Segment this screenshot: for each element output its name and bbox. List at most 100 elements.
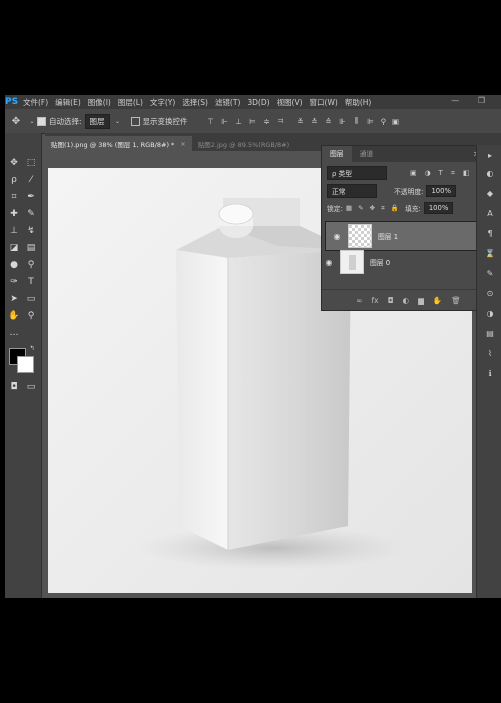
delete-layer-icon[interactable]: 🗑 [451,296,461,305]
search-icon[interactable]: ⚲ [378,117,390,126]
blur-tool-icon[interactable]: ● [7,259,21,271]
distribute-bottom-icon[interactable]: ≙ [322,117,336,126]
quick-select-tool-icon[interactable]: ⁄ [24,174,38,186]
paragraph-panel-icon[interactable]: ¶ [483,229,497,238]
color-panel-icon[interactable]: ◐ [483,169,497,178]
clone-stamp-tool-icon[interactable]: ⊥ [7,225,21,237]
type-tool-icon[interactable]: T [24,276,38,288]
menu-image[interactable]: 图像(I) [88,97,111,108]
layers-footer: ∞ fx ◘ ◐ ▆ ✋ 🗑 [322,289,495,310]
layers-panel-icon[interactable]: ▤ [483,329,497,338]
adjustments-panel-icon[interactable]: ◑ [483,309,497,318]
menu-file[interactable]: 文件(F) [23,97,48,108]
lasso-tool-icon[interactable]: ρ [7,174,21,186]
tools-panel: ✥ ⬚ ρ ⁄ ⌗ ✒ ✚ ✎ ⊥ ↯ ◪ ▤ ● ⚲ ✑ T ➤ ▭ ✋ ⚲ … [5,133,42,598]
window-controls[interactable]: — ❐ [451,96,493,105]
navigator-panel-icon[interactable]: ⊙ [483,289,497,298]
eye-icon[interactable]: ◉ [322,258,336,267]
fill-input[interactable]: 100% [423,202,454,214]
distribute-right-icon[interactable]: ⊫ [364,117,378,126]
crop-tool-icon[interactable]: ⌗ [7,191,21,203]
lock-label: 锁定: [327,205,343,213]
close-icon[interactable]: × [180,140,185,148]
tab-layers[interactable]: 图层 [322,146,352,162]
menu-filter[interactable]: 滤镜(T) [215,97,240,108]
properties-panel-icon[interactable]: ◆ [483,189,497,198]
swap-colors-icon[interactable]: ↰ [25,343,39,355]
brush-tool-icon[interactable]: ✎ [24,208,38,220]
lock-icons[interactable]: ▦ ✎ ✥ ⌗ 🔒 [346,204,401,213]
character-panel-icon[interactable]: A [483,209,497,218]
distribute-top-icon[interactable]: ≚ [294,117,308,126]
pen-tool-icon[interactable]: ✑ [7,276,21,288]
dodge-tool-icon[interactable]: ⚲ [24,259,38,271]
adjustment-layer-icon[interactable]: ◐ [403,296,410,305]
auto-select-checkbox[interactable] [37,116,46,126]
align-vcenter-icon[interactable]: ⊩ [218,117,232,126]
auto-select-dropdown[interactable]: 图层 [84,113,110,129]
app-logo[interactable]: PS [5,97,23,107]
opacity-label: 不透明度: [394,188,424,196]
align-right-icon[interactable]: ⫤ [274,116,288,126]
blend-row: 正常 不透明度: 100% [322,184,495,198]
workspace-icon[interactable]: ▣ [390,117,402,126]
history-panel-icon[interactable]: ⌛ [483,249,497,258]
filter-icons[interactable]: ▣ ◑ T ⌗ ◧ [410,169,472,178]
layer-filter-row: ρ 类型 ▣ ◑ T ⌗ ◧ [322,166,495,180]
align-hcenter-icon[interactable]: ≑ [260,117,274,126]
layer-thumbnail [348,224,372,248]
layer-row[interactable]: ◉ 图层 0 [322,249,493,275]
screen-mode-icon[interactable]: ▭ [24,381,38,393]
shape-tool-icon[interactable]: ▭ [24,293,38,305]
tab-document-1[interactable]: 贴图(1).png @ 38% (图层 1, RGB/8#) * × [45,136,192,151]
zoom-tool-icon[interactable]: ⚲ [24,310,38,322]
hand-tool-icon[interactable]: ✋ [7,310,21,322]
move-tool-icon[interactable]: ✥ [7,157,21,169]
menu-view[interactable]: 视图(V) [277,97,303,108]
quick-mask-icon[interactable]: ◘ [7,381,21,393]
more-tools-icon[interactable]: … [7,327,21,339]
menu-3d[interactable]: 3D(D) [247,98,269,107]
paths-panel-icon[interactable]: ⌇ [483,349,497,358]
show-transform-label: 显示变换控件 [142,116,188,126]
menu-window[interactable]: 窗口(W) [310,97,338,108]
layer-row[interactable]: ◉ 图层 1 [325,221,501,251]
align-bottom-icon[interactable]: ⊥ [232,117,246,126]
show-transform-checkbox[interactable] [130,116,140,126]
eyedropper-tool-icon[interactable]: ✒ [24,191,38,203]
panel-collapse-icon[interactable]: ▸ [483,151,497,160]
eraser-tool-icon[interactable]: ◪ [7,242,21,254]
move-tool-icon[interactable]: ✥ [5,116,27,127]
healing-brush-tool-icon[interactable]: ✚ [7,208,21,220]
brush-panel-icon[interactable]: ✎ [483,269,497,278]
tab-channels[interactable]: 通道 [352,146,382,162]
menu-layer[interactable]: 图层(L) [118,97,143,108]
eye-icon[interactable]: ◉ [330,232,344,241]
new-group-icon[interactable]: ▆ [418,296,424,305]
chevron-down-icon[interactable]: ⌄ [27,118,37,125]
menu-help[interactable]: 帮助(H) [345,97,372,108]
menu-edit[interactable]: 编辑(E) [55,97,81,108]
menu-type[interactable]: 文字(Y) [150,97,175,108]
tab-document-2[interactable]: 贴图2.jpg @ 89.5%(RGB/8#) [192,136,295,151]
marquee-tool-icon[interactable]: ⬚ [24,157,38,169]
distribute-vcenter-icon[interactable]: ≛ [308,117,322,126]
dropdown-arrow-icon: ⌄ [115,117,121,125]
menu-bar: PS 文件(F) 编辑(E) 图像(I) 图层(L) 文字(Y) 选择(S) 滤… [5,95,501,109]
menu-select[interactable]: 选择(S) [182,97,208,108]
blend-mode-dropdown[interactable]: 正常 [327,184,377,198]
align-left-icon[interactable]: ⊨ [246,117,260,126]
gradient-tool-icon[interactable]: ▤ [24,242,38,254]
info-panel-icon[interactable]: ℹ [483,369,497,378]
path-select-tool-icon[interactable]: ➤ [7,293,21,305]
align-top-icon[interactable]: ⊤ [204,117,218,126]
fx-icon[interactable]: fx [372,296,379,305]
distribute-hcenter-icon[interactable]: ⫼ [350,116,364,126]
opacity-input[interactable]: 100% [426,185,456,197]
background-color-swatch[interactable] [17,356,34,373]
link-layers-icon[interactable]: ∞ [356,296,362,305]
history-brush-tool-icon[interactable]: ↯ [24,225,38,237]
layer-filter-dropdown[interactable]: ρ 类型 [327,166,387,180]
add-mask-icon[interactable]: ◘ [388,296,394,305]
distribute-left-icon[interactable]: ⊪ [336,117,350,126]
